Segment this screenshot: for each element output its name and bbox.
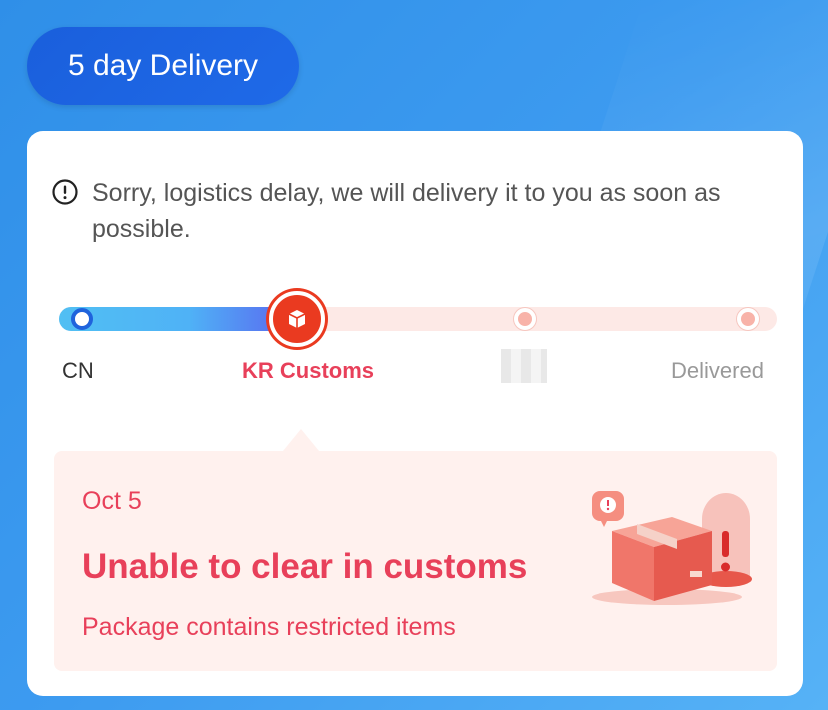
- delivery-time-badge: 5 day Delivery: [27, 27, 299, 105]
- exclamation-circle-icon: [52, 179, 78, 205]
- step-dot-kr-customs: [269, 291, 325, 347]
- status-pointer: [283, 429, 319, 451]
- tracking-card: Sorry, logistics delay, we will delivery…: [27, 131, 803, 696]
- box-icon: [288, 310, 306, 328]
- status-title: Unable to clear in customs: [82, 547, 528, 586]
- step-dot-delivered: [737, 308, 759, 330]
- step-label-hidden: [501, 349, 547, 383]
- step-label-cn: CN: [62, 358, 94, 383]
- step-label-kr-customs: KR Customs: [242, 358, 375, 383]
- status-panel: Oct 5 Unable to clear in customs Package…: [54, 451, 777, 671]
- step-label-delivered: Delivered: [671, 358, 764, 383]
- delay-notice: Sorry, logistics delay, we will delivery…: [52, 175, 772, 247]
- package-alert-illustration: [592, 491, 752, 605]
- step-dot-cn: [71, 308, 93, 330]
- status-description: Package contains restricted items: [82, 613, 456, 641]
- progress-fill: [59, 307, 295, 331]
- status-date: Oct 5: [82, 487, 142, 515]
- delay-notice-text: Sorry, logistics delay, we will delivery…: [92, 179, 721, 243]
- step-dot-pending: [514, 308, 536, 330]
